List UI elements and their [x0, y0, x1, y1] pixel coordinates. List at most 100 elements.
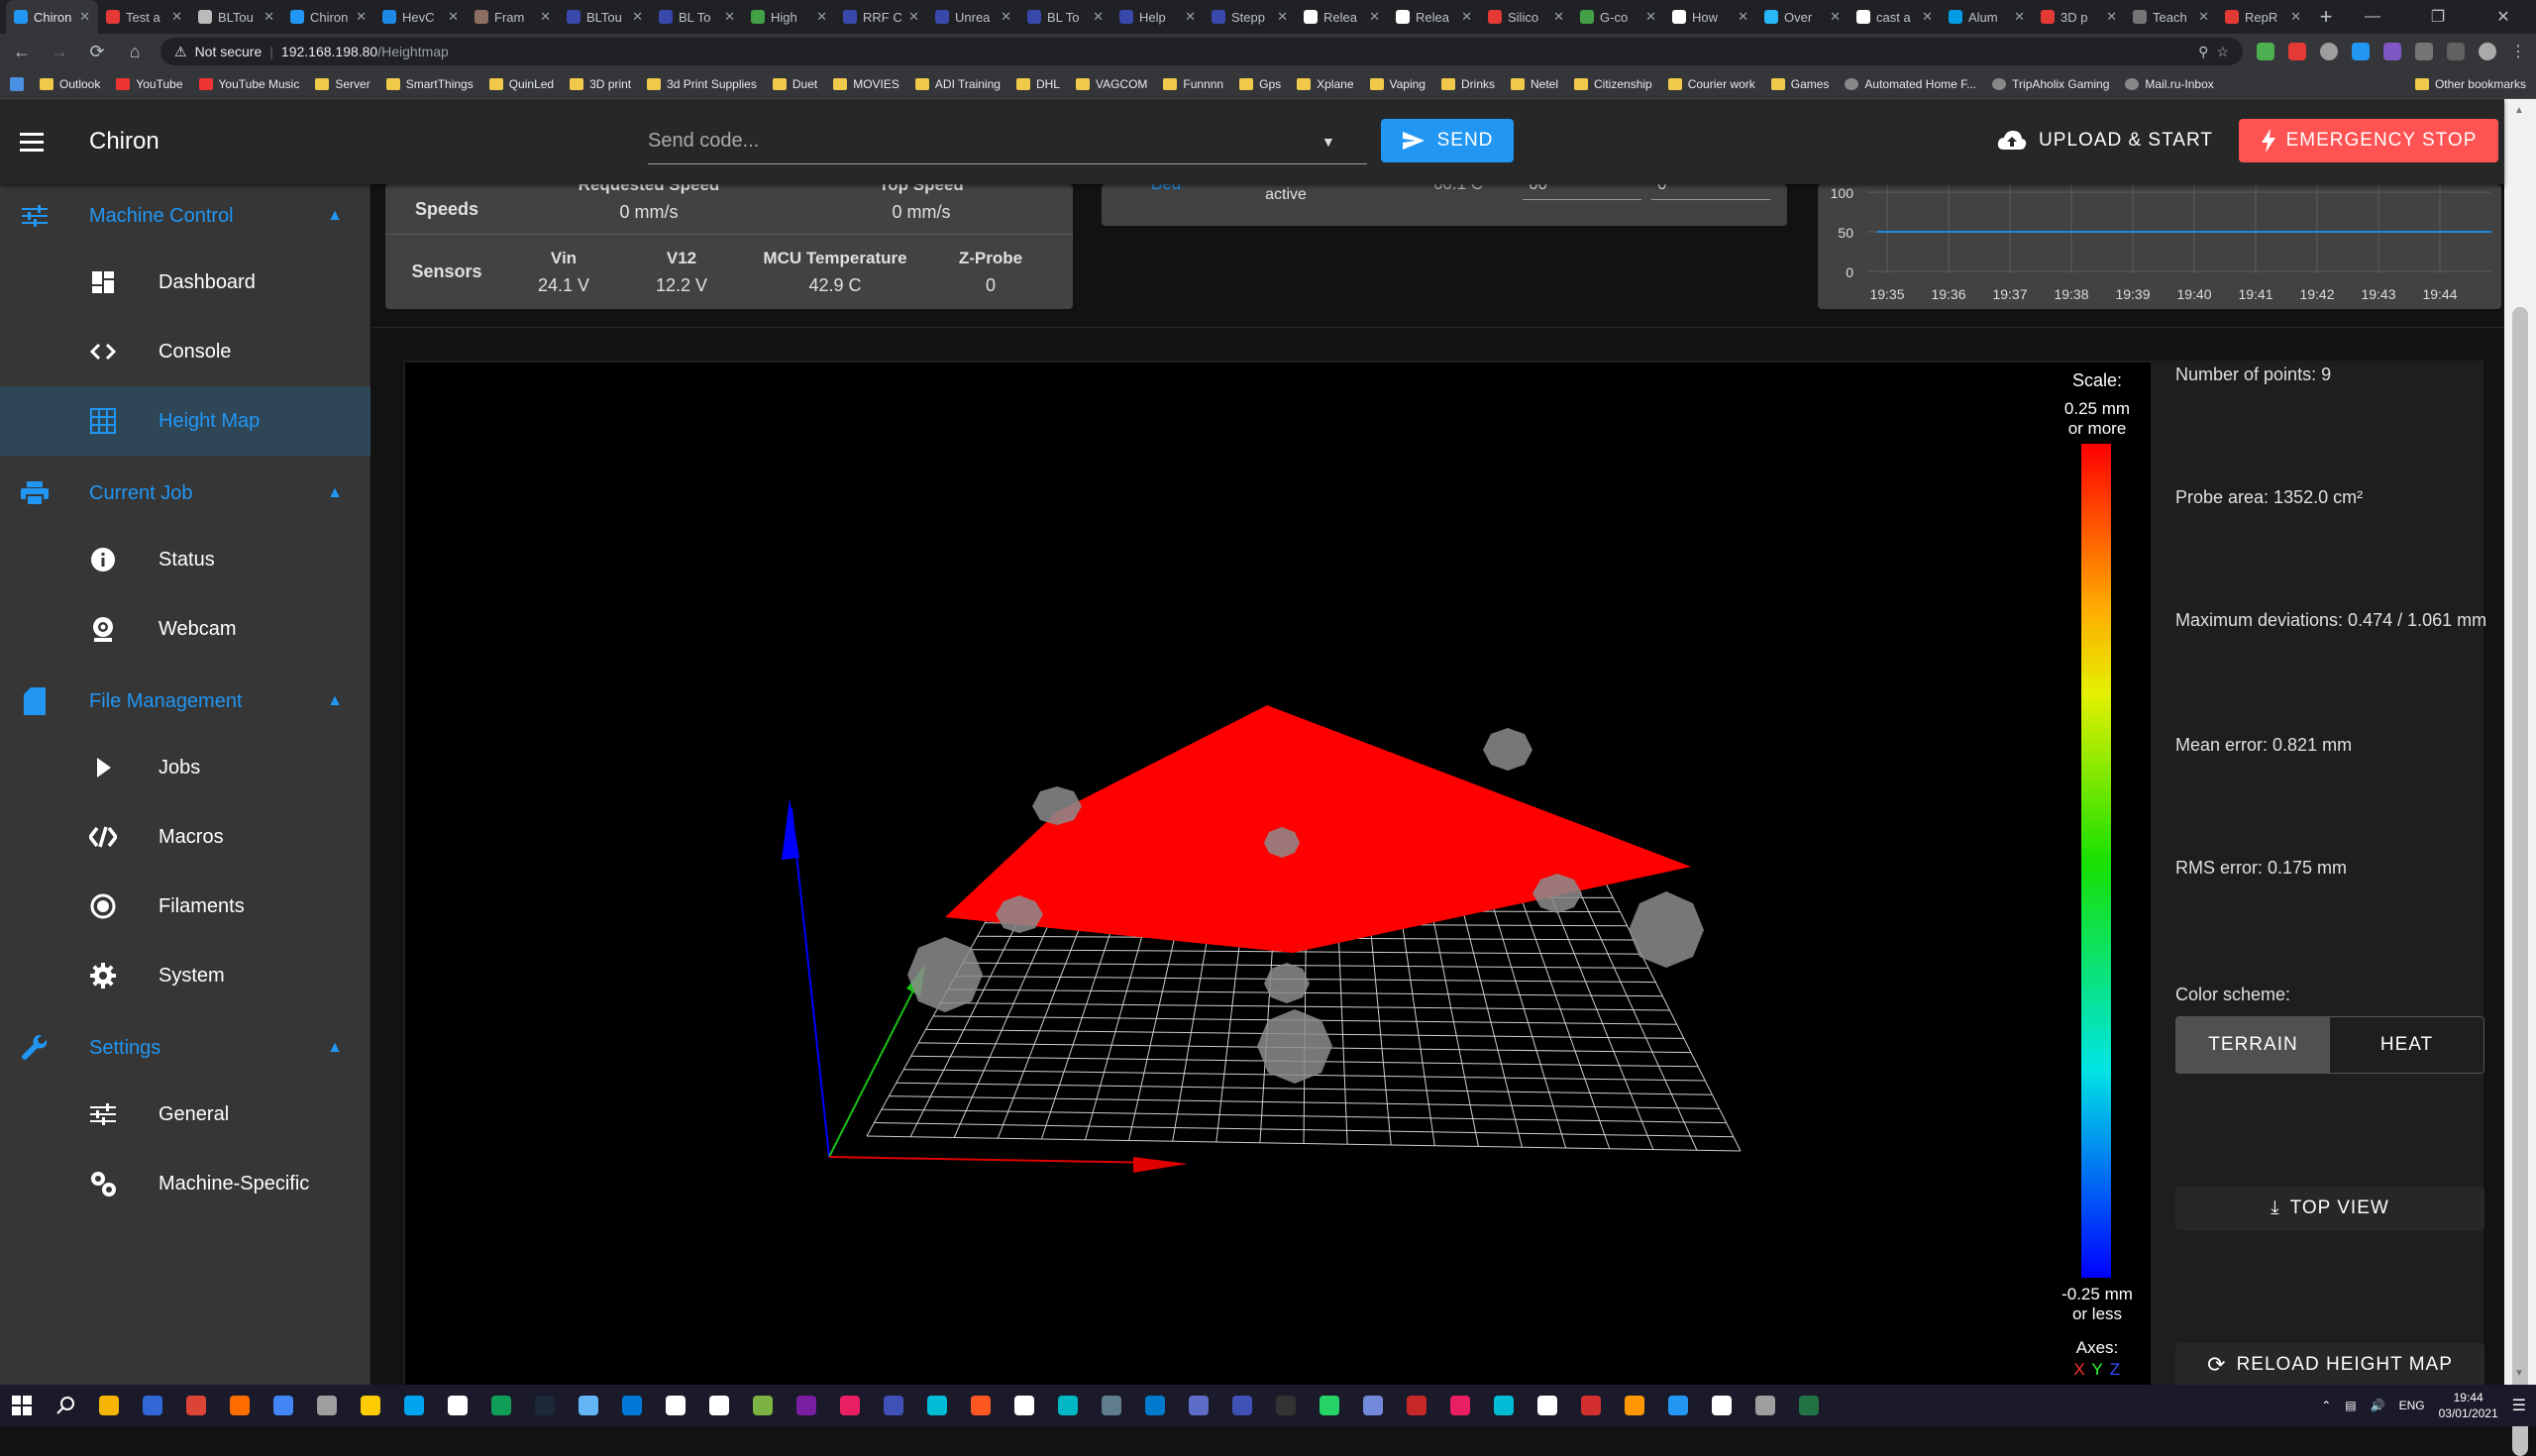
browser-tab[interactable]: BLTou ✕: [559, 0, 651, 34]
sidebar-item-console[interactable]: Console: [0, 317, 370, 386]
sidebar-item-status[interactable]: Status: [0, 525, 370, 594]
network-icon[interactable]: ▤: [2345, 1399, 2356, 1412]
bookmark-item[interactable]: Automated Home F...: [1845, 77, 1976, 91]
taskbar-app-icon[interactable]: [131, 1385, 174, 1426]
windows-start-icon[interactable]: [0, 1385, 44, 1426]
home-icon[interactable]: ⌂: [123, 42, 147, 62]
browser-tab[interactable]: RRF C ✕: [835, 0, 927, 34]
tab-close-icon[interactable]: ✕: [1738, 9, 1748, 25]
taskbar-app-icon[interactable]: [610, 1385, 654, 1426]
sidebar-item-height-map[interactable]: Height Map: [0, 386, 370, 456]
browser-tab[interactable]: Silico ✕: [1480, 0, 1572, 34]
scrollbar-thumb[interactable]: [2512, 307, 2528, 1456]
dropdown-arrow-icon[interactable]: ▼: [1321, 134, 1335, 150]
browser-tab[interactable]: G-co ✕: [1572, 0, 1664, 34]
taskbar-app-icon[interactable]: [392, 1385, 436, 1426]
browser-tab[interactable]: Chiron ✕: [6, 0, 98, 34]
heater-standby-input[interactable]: 0: [1651, 184, 1770, 200]
taskbar-app-icon[interactable]: [1220, 1385, 1264, 1426]
bookmark-item[interactable]: Xplane: [1297, 77, 1354, 91]
sidebar-group-settings[interactable]: Settings ▲: [0, 1016, 370, 1080]
tab-close-icon[interactable]: ✕: [632, 9, 643, 25]
browser-tab[interactable]: 3D p ✕: [2033, 0, 2125, 34]
browser-tab[interactable]: RepR ✕: [2217, 0, 2309, 34]
tab-close-icon[interactable]: ✕: [264, 9, 274, 25]
taskbar-app-icon[interactable]: [1526, 1385, 1569, 1426]
tab-close-icon[interactable]: ✕: [448, 9, 459, 25]
sidebar-item-macros[interactable]: Macros: [0, 802, 370, 872]
url-field[interactable]: ⚠ Not secure | 192.168.198.80/Heightmap …: [160, 38, 2243, 65]
bookmark-item[interactable]: YouTube: [116, 77, 183, 91]
tab-close-icon[interactable]: ✕: [1185, 9, 1196, 25]
taskbar-app-icon[interactable]: [218, 1385, 262, 1426]
close-window-button[interactable]: ✕: [2471, 0, 2536, 34]
volume-icon[interactable]: 🔊: [2371, 1399, 2385, 1412]
heightmap-viewer[interactable]: Scale: 0.25 mm or more -0.25 mm or less …: [405, 363, 2151, 1385]
taskbar-app-icon[interactable]: [785, 1385, 828, 1426]
tab-close-icon[interactable]: ✕: [356, 9, 367, 25]
tab-close-icon[interactable]: ✕: [1277, 9, 1288, 25]
tray-chevron-icon[interactable]: ⌃: [2321, 1399, 2331, 1412]
tab-close-icon[interactable]: ✕: [1922, 9, 1933, 25]
taskbar-app-icon[interactable]: [959, 1385, 1003, 1426]
browser-tab[interactable]: Fram ✕: [467, 0, 559, 34]
sidebar-item-machine-specific[interactable]: Machine-Specific: [0, 1149, 370, 1218]
tab-close-icon[interactable]: ✕: [1645, 9, 1656, 25]
tab-close-icon[interactable]: ✕: [1553, 9, 1564, 25]
tab-close-icon[interactable]: ✕: [1830, 9, 1841, 25]
taskbar-app-icon[interactable]: [1133, 1385, 1177, 1426]
emergency-stop-button[interactable]: EMERGENCY STOP: [2239, 119, 2498, 162]
page-scrollbar[interactable]: ▲ ▼: [2504, 99, 2536, 1456]
top-view-button[interactable]: ⤓ TOP VIEW: [2175, 1187, 2484, 1230]
extension-vpn-icon[interactable]: [2415, 43, 2433, 60]
browser-tab[interactable]: cast a ✕: [1849, 0, 1941, 34]
send-button[interactable]: SEND: [1381, 119, 1514, 162]
upload-start-button[interactable]: UPLOAD & START: [1987, 119, 2223, 162]
zoom-icon[interactable]: ⚲: [2198, 44, 2208, 60]
extensions-puzzle-icon[interactable]: [2447, 43, 2465, 60]
heater-state[interactable]: active: [1216, 186, 1355, 204]
bookmark-item[interactable]: YouTube Music: [198, 77, 299, 91]
tab-close-icon[interactable]: ✕: [724, 9, 735, 25]
forward-icon[interactable]: →: [48, 42, 71, 62]
tab-close-icon[interactable]: ✕: [816, 9, 827, 25]
code-input[interactable]: [648, 130, 1321, 153]
bookmark-item[interactable]: QuinLed: [488, 77, 554, 91]
bookmark-item[interactable]: Courier work: [1667, 77, 1755, 91]
notifications-icon[interactable]: ☰: [2512, 1396, 2526, 1415]
bookmark-item[interactable]: TripAholix Gaming: [1992, 77, 2109, 91]
restore-button[interactable]: ❐: [2405, 0, 2471, 34]
browser-tab[interactable]: How ✕: [1664, 0, 1756, 34]
bookmark-item[interactable]: Drinks: [1440, 77, 1495, 91]
reload-height-map-button[interactable]: ⟳ RELOAD HEIGHT MAP: [2175, 1343, 2484, 1385]
bookmark-item[interactable]: Mail.ru-Inbox: [2125, 77, 2214, 91]
apps-icon[interactable]: [10, 76, 24, 91]
browser-tab[interactable]: Help ✕: [1111, 0, 1204, 34]
taskbar-app-icon[interactable]: [1656, 1385, 1700, 1426]
sidebar-group-current-job[interactable]: Current Job ▲: [0, 462, 370, 525]
browser-tab[interactable]: BLTou ✕: [190, 0, 282, 34]
taskbar-app-icon[interactable]: [1177, 1385, 1220, 1426]
sidebar-item-webcam[interactable]: Webcam: [0, 594, 370, 664]
browser-tab[interactable]: Test a ✕: [98, 0, 190, 34]
taskbar-app-icon[interactable]: [523, 1385, 567, 1426]
taskbar-app-icon[interactable]: [1090, 1385, 1133, 1426]
sidebar-group-file-management[interactable]: File Management ▲: [0, 670, 370, 733]
bookmark-item[interactable]: 3D print: [570, 77, 631, 91]
extension-download-icon[interactable]: [2320, 43, 2338, 60]
tab-close-icon[interactable]: ✕: [1001, 9, 1011, 25]
sidebar-group-machine-control[interactable]: Machine Control ▲: [0, 184, 370, 248]
browser-tab[interactable]: Over ✕: [1756, 0, 1849, 34]
tab-close-icon[interactable]: ✕: [2198, 9, 2209, 25]
bookmark-item[interactable]: Vaping: [1369, 77, 1426, 91]
tab-close-icon[interactable]: ✕: [2106, 9, 2117, 25]
taskbar-app-icon[interactable]: [87, 1385, 131, 1426]
menu-icon[interactable]: [20, 132, 59, 152]
sidebar-item-dashboard[interactable]: Dashboard: [0, 248, 370, 317]
browser-tab[interactable]: Unrea ✕: [927, 0, 1019, 34]
bookmark-item[interactable]: Gps: [1239, 77, 1281, 91]
browser-tab[interactable]: BL To ✕: [1019, 0, 1111, 34]
bookmark-item[interactable]: Funnnn: [1163, 77, 1223, 91]
bookmark-item[interactable]: Games: [1770, 77, 1829, 91]
search-icon[interactable]: [44, 1385, 87, 1426]
